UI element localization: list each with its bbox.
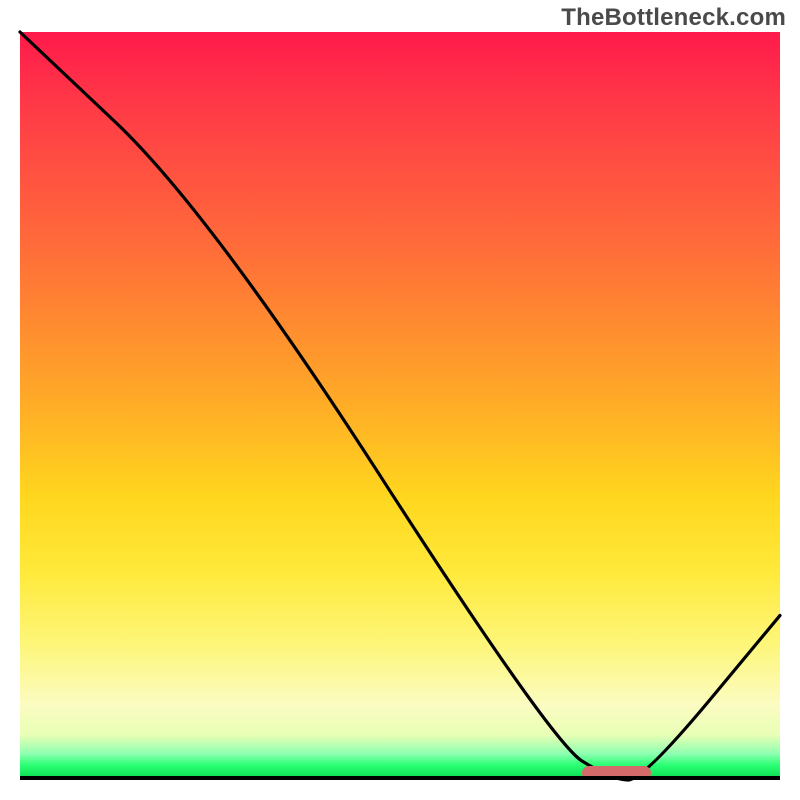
curve-path [20,32,780,780]
watermark-text: TheBottleneck.com [561,4,786,32]
x-axis-baseline [20,776,780,780]
chart-container: TheBottleneck.com [0,0,800,800]
plot-area [20,32,780,780]
bottleneck-curve [20,32,780,780]
